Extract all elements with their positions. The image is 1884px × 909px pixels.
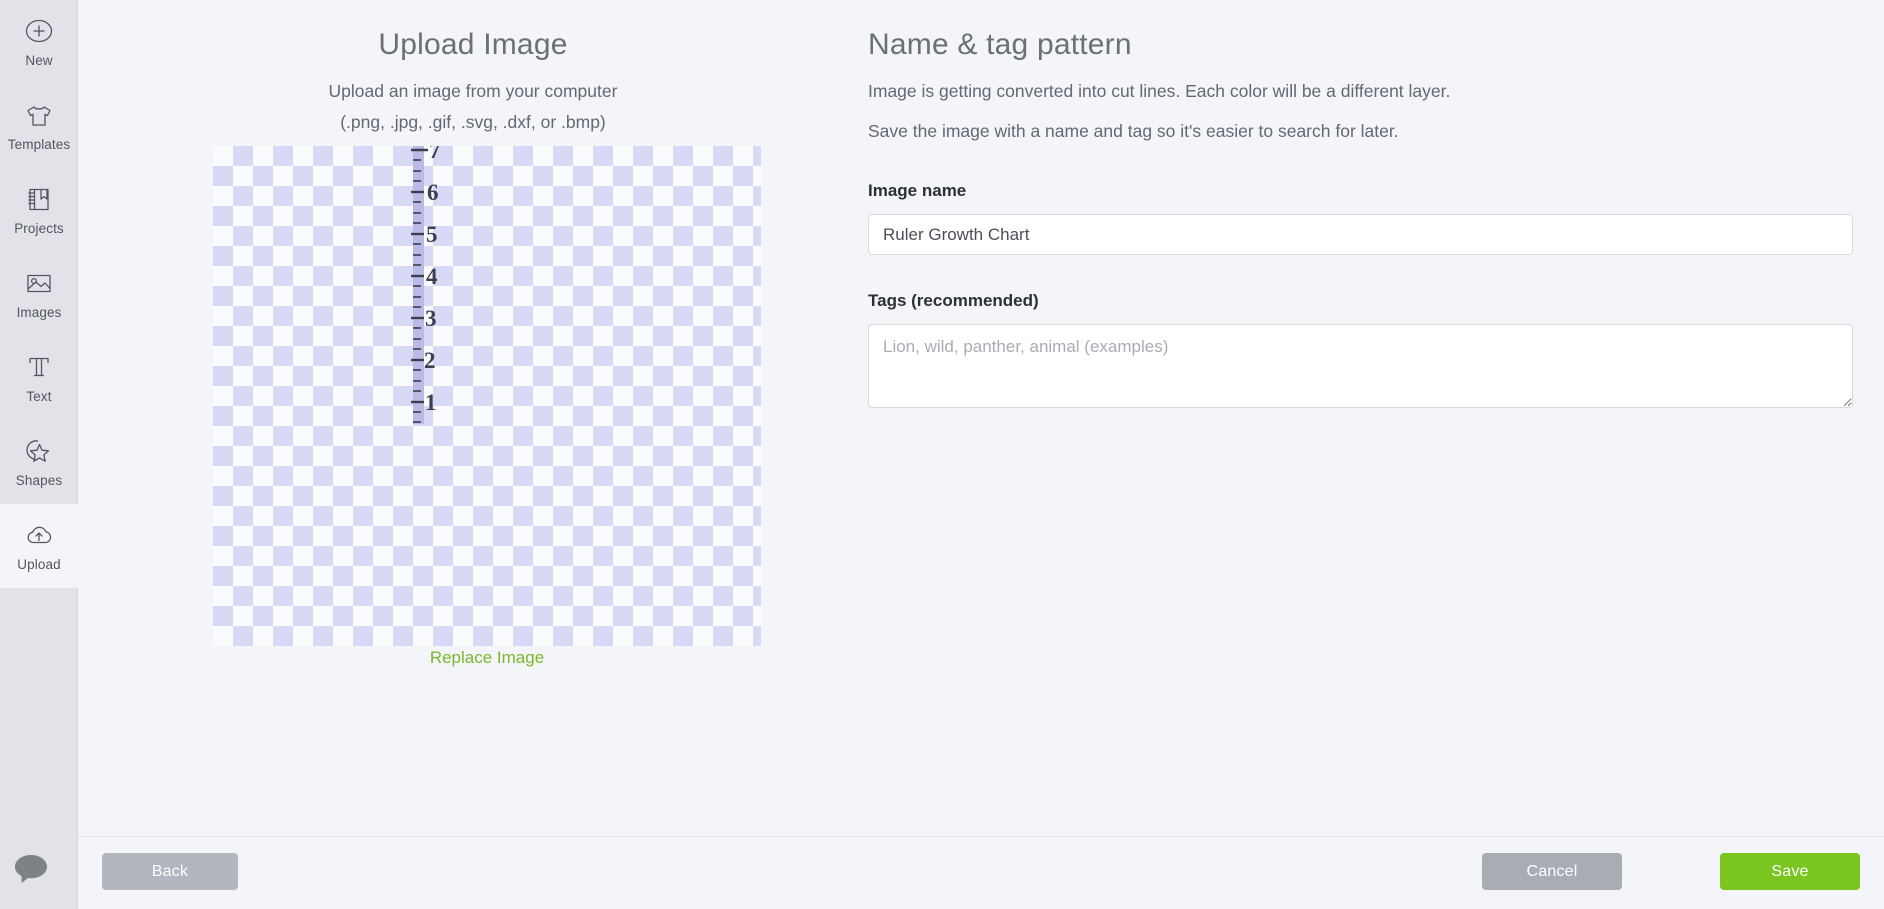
sidebar-item-templates[interactable]: Templates — [0, 84, 78, 168]
image-name-label: Image name — [868, 181, 967, 201]
tshirt-icon — [22, 100, 56, 134]
upload-subtitle-line2: (.png, .jpg, .gif, .svg, .dxf, or .bmp) — [340, 112, 606, 133]
sidebar-label-new: New — [25, 53, 53, 69]
form-description-line2: Save the image with a name and tag so it… — [868, 121, 1399, 142]
main-content: Upload Image Upload an image from your c… — [78, 0, 1884, 837]
upload-preview-panel: Upload Image Upload an image from your c… — [78, 0, 868, 667]
sidebar-label-upload: Upload — [17, 557, 61, 573]
image-name-input[interactable] — [868, 214, 1853, 256]
image-preview-checkerboard — [213, 146, 761, 646]
name-tag-panel: Name & tag pattern Image is getting conv… — [868, 0, 1884, 409]
sidebar-item-shapes[interactable]: Shapes — [0, 420, 78, 504]
sidebar-item-new[interactable]: New — [0, 0, 78, 84]
sidebar-label-images: Images — [16, 305, 62, 321]
picture-icon — [22, 268, 56, 302]
sidebar-label-shapes: Shapes — [15, 473, 63, 489]
sidebar-item-text[interactable]: Text — [0, 336, 78, 420]
sidebar-item-images[interactable]: Images — [0, 252, 78, 336]
tags-input[interactable] — [868, 324, 1853, 409]
sidebar-item-projects[interactable]: Projects — [0, 168, 78, 252]
chat-bubble-icon[interactable] — [13, 853, 49, 885]
notebook-icon — [22, 184, 56, 218]
form-description-line1: Image is getting converted into cut line… — [868, 81, 1451, 101]
star-shape-icon — [22, 436, 56, 470]
tags-label: Tags (recommended) — [868, 291, 1039, 311]
save-button[interactable]: Save — [1720, 853, 1860, 890]
sidebar-label-projects: Projects — [14, 221, 64, 237]
text-t-icon — [22, 352, 56, 386]
upload-image-screen: New Templates Projects Images Text Shape… — [0, 0, 1884, 909]
sidebar-label-templates: Templates — [7, 137, 71, 153]
plus-circle-icon — [22, 16, 56, 50]
page-title: Upload Image — [378, 28, 568, 61]
sidebar-label-text: Text — [26, 389, 52, 405]
replace-image-link[interactable]: Replace Image — [213, 648, 761, 668]
cloud-upload-icon — [22, 520, 56, 554]
footer-bar: Back Cancel Save — [78, 836, 1884, 909]
form-title: Name & tag pattern — [868, 28, 1132, 61]
cancel-button[interactable]: Cancel — [1482, 853, 1622, 890]
sidebar-item-upload[interactable]: Upload — [0, 504, 78, 588]
back-button[interactable]: Back — [102, 853, 238, 890]
left-sidebar: New Templates Projects Images Text Shape… — [0, 0, 78, 909]
upload-subtitle-line1: Upload an image from your computer — [328, 81, 618, 101]
